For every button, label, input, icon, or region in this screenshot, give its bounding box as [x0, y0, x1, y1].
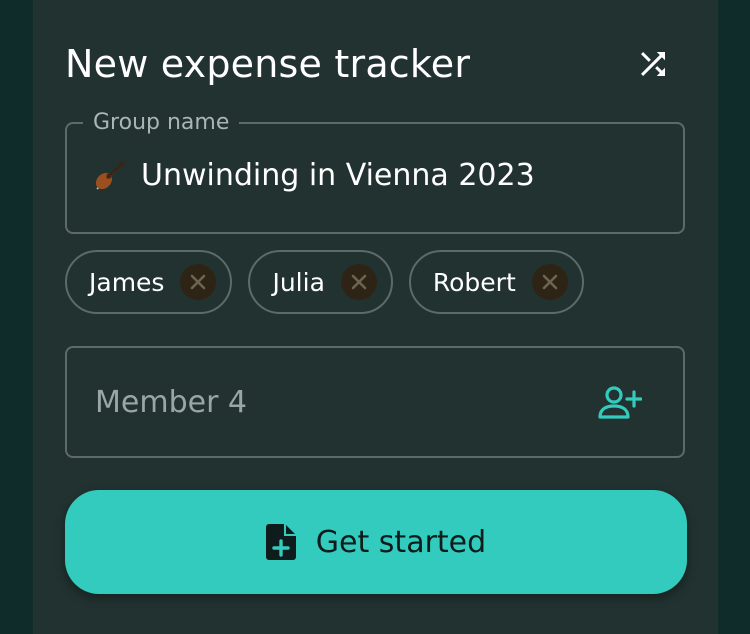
expense-tracker-card: New expense tracker Group name Unwinding… [33, 0, 718, 634]
page-title: New expense tracker [65, 42, 471, 86]
remove-member-button[interactable] [180, 264, 217, 300]
remove-member-button[interactable] [340, 264, 377, 300]
group-name-label: Group name [83, 110, 240, 135]
member-chip: Robert [408, 250, 584, 314]
remove-member-button[interactable] [531, 264, 568, 300]
close-icon [351, 274, 367, 290]
member-chip-label: Julia [272, 267, 325, 297]
new-member-field [65, 346, 685, 458]
shuffle-icon [641, 52, 665, 76]
group-name-field[interactable]: Group name Unwinding in Vienna 2023 [65, 110, 685, 234]
member-chip-label: James [89, 267, 165, 297]
close-icon [191, 274, 206, 290]
shuffle-button[interactable] [633, 44, 673, 84]
member-chips: James Julia Robert [65, 250, 600, 314]
group-name-value: Unwinding in Vienna 2023 [141, 158, 535, 193]
member-chip: Julia [248, 250, 393, 314]
member-chip: James [65, 250, 233, 314]
member-name-input[interactable] [93, 384, 577, 421]
get-started-label: Get started [315, 524, 487, 560]
violin-icon [95, 161, 125, 190]
get-started-button[interactable]: Get started [65, 490, 687, 594]
add-person-icon [598, 386, 642, 419]
member-chip-label: Robert [432, 267, 516, 297]
new-file-icon [265, 524, 296, 560]
group-name-value-row: Unwinding in Vienna 2023 [93, 158, 535, 193]
add-member-button[interactable] [595, 380, 643, 428]
close-icon [542, 274, 558, 290]
